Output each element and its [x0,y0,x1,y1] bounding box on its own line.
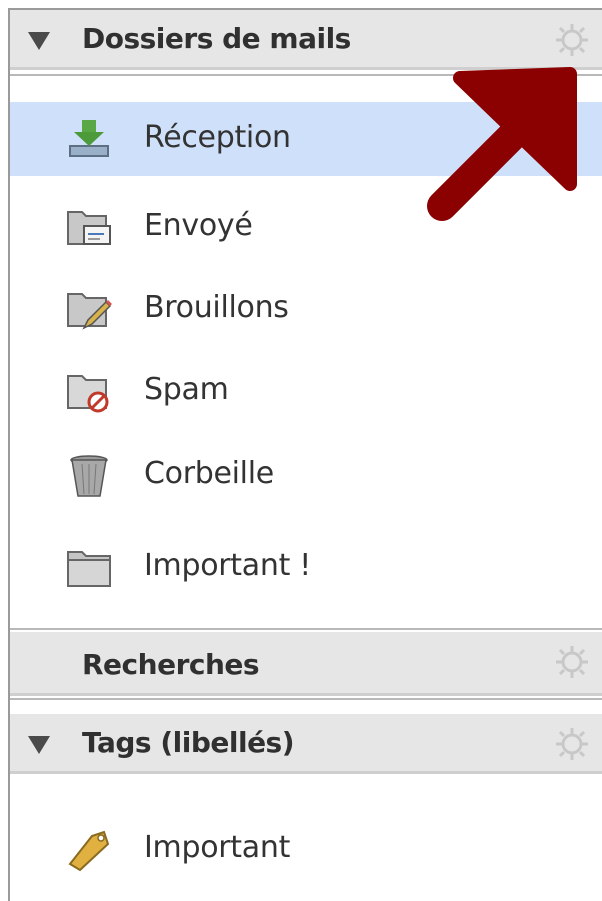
searches-header[interactable]: Recherches [10,632,602,696]
section-divider [10,698,602,700]
gear-icon[interactable] [554,22,590,58]
folder-icon [67,551,111,587]
folder-label: Spam [144,372,229,407]
annotation-arrow-icon [427,67,577,221]
folder-item-spam[interactable]: Spam [10,354,602,428]
tag-item-important[interactable]: Important [10,812,602,886]
folder-item-drafts[interactable]: Brouillons [10,272,602,346]
folder-item-trash[interactable]: Corbeille [10,438,602,512]
inbox-download-icon [69,120,109,157]
searches-title: Recherches [82,648,260,681]
folder-label: Réception [144,120,291,155]
spam-folder-icon [67,375,109,413]
collapse-triangle-icon[interactable] [28,32,50,50]
sent-folder-icon [67,211,111,245]
section-divider [10,628,602,630]
folder-label: Envoyé [144,208,253,243]
tag-icon [68,830,110,872]
folder-item-important[interactable]: Important ! [10,530,602,604]
folder-label: Brouillons [144,290,289,325]
tags-header[interactable]: Tags (libellés) [10,714,602,774]
folder-label: Important ! [144,548,311,583]
gear-icon[interactable] [554,726,590,762]
tag-label: Important [144,830,291,865]
tags-title: Tags (libellés) [82,726,295,759]
folder-label: Corbeille [144,456,274,491]
mail-folders-title: Dossiers de mails [82,22,351,55]
collapse-triangle-icon[interactable] [28,736,50,754]
trash-icon [70,455,108,497]
drafts-folder-icon [67,293,112,330]
gear-icon[interactable] [554,644,590,680]
